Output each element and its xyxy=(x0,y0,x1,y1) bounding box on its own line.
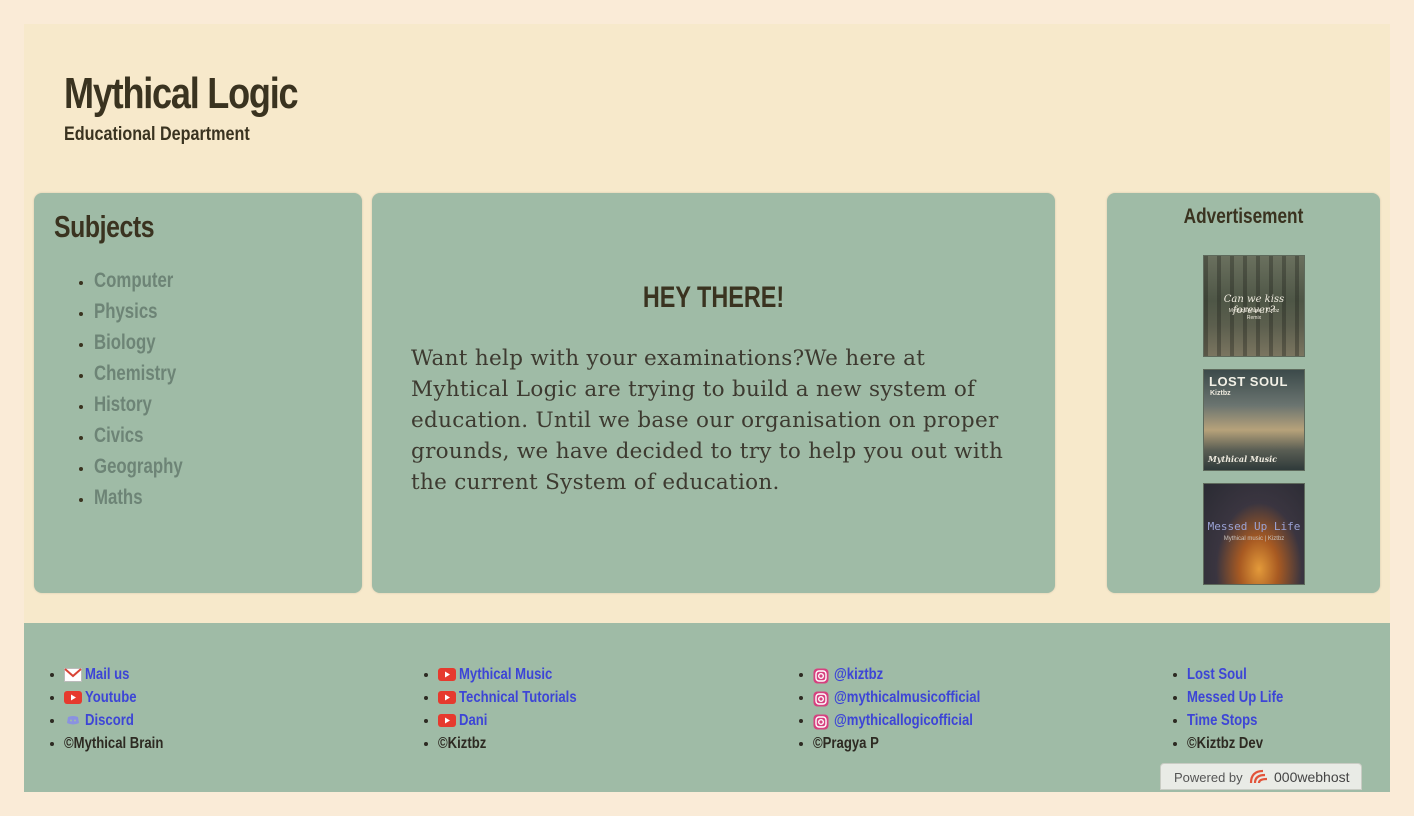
list-item: @mythicalmusicofficial xyxy=(813,686,1012,709)
ad-title-text: Messed Up Life xyxy=(1207,520,1301,533)
mail-icon xyxy=(64,667,82,682)
instagram-mythicallogic-link[interactable]: @mythicallogicofficial xyxy=(834,709,973,732)
instagram-icon xyxy=(813,714,831,730)
discord-link[interactable]: Discord xyxy=(85,709,134,732)
technical-tutorials-channel-link[interactable]: Technical Tutorials xyxy=(459,686,577,709)
copyright-text: ©Kiztbz xyxy=(438,735,487,753)
webhost-logo-icon xyxy=(1247,767,1271,790)
advertisement-panel: Advertisement Can we kiss forever? Mythi… xyxy=(1107,193,1380,593)
list-item: Computer xyxy=(94,265,205,296)
ad-thumbnail-lost-soul[interactable]: LOST SOUL Kiztbz Mythical Music xyxy=(1203,369,1305,471)
intro-paragraph: Want help with your examinations?We here… xyxy=(411,346,1004,495)
subjects-panel: Subjects Computer Physics Biology Chemis… xyxy=(34,193,362,593)
subject-link-history[interactable]: History xyxy=(94,389,152,420)
site-subtitle: Educational Department xyxy=(64,124,250,145)
instagram-icon xyxy=(813,668,831,684)
song-link-lost-soul[interactable]: Lost Soul xyxy=(1187,663,1247,686)
powered-by-badge[interactable]: Powered by 000webhost xyxy=(1160,763,1362,790)
page-container: Mythical Logic Educational Department Su… xyxy=(24,24,1390,792)
powered-by-label: Powered by xyxy=(1174,770,1243,785)
subject-link-physics[interactable]: Physics xyxy=(94,296,158,327)
instagram-kiztbz-link[interactable]: @kiztbz xyxy=(834,663,883,686)
list-item: Time Stops xyxy=(1187,709,1304,732)
list-item: Messed Up Life xyxy=(1187,686,1304,709)
list-item: Mail us xyxy=(64,663,185,686)
greeting-heading: HEY THERE! xyxy=(642,281,785,314)
instagram-icon xyxy=(813,691,831,707)
dani-channel-link[interactable]: Dani xyxy=(459,709,487,732)
instagram-mythicalmusic-link[interactable]: @mythicalmusicofficial xyxy=(834,686,980,709)
footer-column-contact: Mail us Youtube Discord ©Mythical Brain xyxy=(43,663,185,755)
list-item: Geography xyxy=(94,451,205,482)
ad-title-text: LOST SOUL xyxy=(1209,374,1288,389)
youtube-icon xyxy=(438,713,456,728)
advertisement-heading: Advertisement xyxy=(1183,205,1304,228)
youtube-link[interactable]: Youtube xyxy=(85,686,137,709)
copyright-text: ©Kiztbz Dev xyxy=(1187,735,1264,753)
song-link-time-stops[interactable]: Time Stops xyxy=(1187,709,1257,732)
subject-link-maths[interactable]: Maths xyxy=(94,482,143,513)
list-item: @mythicallogicofficial xyxy=(813,709,1012,732)
list-item: ©Kiztbz xyxy=(438,732,602,755)
list-item: Civics xyxy=(94,420,205,451)
footer-column-songs: Lost Soul Messed Up Life Time Stops ©Kiz… xyxy=(1166,663,1304,755)
ad-subtitle-text: Mythical Music | Kiztbz xyxy=(1228,308,1280,314)
copyright-text: ©Mythical Brain xyxy=(64,735,164,753)
powered-by-brand: 000webhost xyxy=(1274,769,1350,785)
mythical-music-channel-link[interactable]: Mythical Music xyxy=(459,663,552,686)
list-item: Chemistry xyxy=(94,358,205,389)
footer-column-instagram: @kiztbz @mythicalmusicofficial @mythical… xyxy=(792,663,1012,755)
site-footer: Mail us Youtube Discord ©Mythical Brain … xyxy=(24,623,1390,792)
song-link-messed-up-life[interactable]: Messed Up Life xyxy=(1187,686,1283,709)
ad-extra-text: Remix xyxy=(1246,315,1262,321)
list-item: ©Mythical Brain xyxy=(64,732,185,755)
list-item: Biology xyxy=(94,327,205,358)
list-item: ©Kiztbz Dev xyxy=(1187,732,1304,755)
list-item: Maths xyxy=(94,482,205,513)
list-item: ©Pragya P xyxy=(813,732,1012,755)
list-item: History xyxy=(94,389,205,420)
list-item: Dani xyxy=(438,709,602,732)
youtube-icon xyxy=(64,690,82,705)
site-header: Mythical Logic Educational Department xyxy=(64,68,349,146)
footer-column-youtube: Mythical Music Technical Tutorials Dani … xyxy=(417,663,602,755)
ad-thumbnail-messed-up-life[interactable]: Messed Up Life Mythical music | Kiztbz xyxy=(1203,483,1305,585)
subjects-heading: Subjects xyxy=(54,209,155,244)
ad-subtitle-text: Kiztbz xyxy=(1210,390,1231,397)
list-item: @kiztbz xyxy=(813,663,1012,686)
youtube-icon xyxy=(438,667,456,682)
youtube-icon xyxy=(438,690,456,705)
copyright-text: ©Pragya P xyxy=(813,735,879,753)
list-item: Discord xyxy=(64,709,185,732)
list-item: Technical Tutorials xyxy=(438,686,602,709)
subject-link-chemistry[interactable]: Chemistry xyxy=(94,358,176,389)
subject-link-geography[interactable]: Geography xyxy=(94,451,183,482)
ad-extra-text: Mythical Music xyxy=(1208,454,1278,464)
mail-us-link[interactable]: Mail us xyxy=(85,663,129,686)
subject-link-biology[interactable]: Biology xyxy=(94,327,156,358)
ad-subtitle-text: Mythical music | Kiztbz xyxy=(1223,536,1285,542)
discord-icon xyxy=(64,714,82,728)
subjects-list: Computer Physics Biology Chemistry Histo… xyxy=(76,265,205,513)
subject-link-computer[interactable]: Computer xyxy=(94,265,173,296)
main-content-panel: HEY THERE! Want help with your examinati… xyxy=(372,193,1055,593)
site-title: Mythical Logic xyxy=(64,69,299,118)
list-item: Youtube xyxy=(64,686,185,709)
list-item: Mythical Music xyxy=(438,663,602,686)
list-item: Lost Soul xyxy=(1187,663,1304,686)
subject-link-civics[interactable]: Civics xyxy=(94,420,144,451)
list-item: Physics xyxy=(94,296,205,327)
ad-thumbnail-can-we-kiss-forever[interactable]: Can we kiss forever? Mythical Music | Ki… xyxy=(1203,255,1305,357)
